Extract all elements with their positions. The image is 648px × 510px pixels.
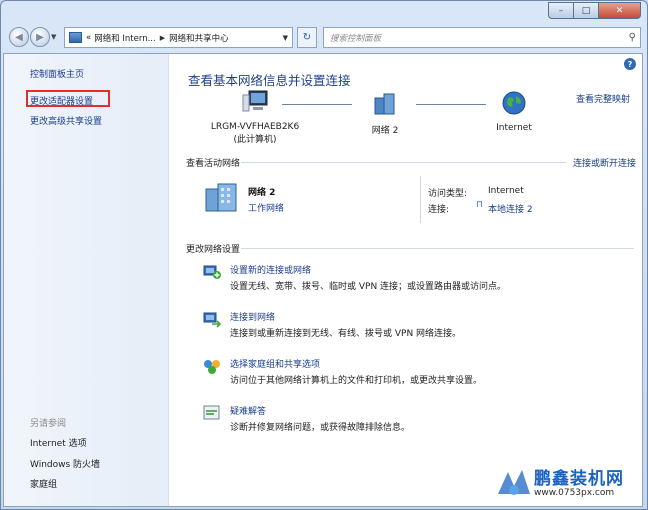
active-networks-heading: 查看活动网络: [186, 159, 241, 169]
task-description: 连接到或重新连接到无线、有线、拨号或 VPN 网络连接。: [230, 329, 462, 339]
task-description: 设置无线、宽带、拨号、临时或 VPN 连接；或设置路由器或访问点。: [230, 282, 507, 292]
search-icon[interactable]: ⚲: [629, 32, 636, 43]
breadcrumb-network-internet[interactable]: 网络和 Intern...: [94, 32, 156, 44]
connection-plug-icon: ⊓: [476, 200, 484, 210]
maximize-button[interactable]: □: [573, 2, 598, 19]
connect-disconnect-link[interactable]: 连接或断开连接: [573, 156, 636, 169]
sidebar: 控制面板主页 更改适配器设置 更改高级共享设置 另请参阅 Internet 选项…: [4, 54, 169, 506]
sidebar-link-control-panel-home[interactable]: 控制面板主页: [30, 67, 84, 80]
setup-connection-icon: [203, 265, 221, 279]
title-buttons: – □ ✕: [548, 2, 641, 19]
change-settings-heading: 更改网络设置: [186, 245, 241, 255]
task-link[interactable]: 连接到网络: [230, 310, 275, 323]
close-button[interactable]: ✕: [598, 2, 641, 19]
breadcrumb-separator-icon[interactable]: ▶: [160, 34, 165, 42]
page-title: 查看基本网络信息并设置连接: [188, 73, 351, 88]
search-input[interactable]: 搜索控制面板 ⚲: [323, 27, 641, 48]
local-connection-link[interactable]: 本地连接 2: [488, 202, 533, 215]
network-type-link[interactable]: 工作网络: [248, 201, 284, 214]
connect-network-icon: [203, 312, 222, 328]
recent-pages-dropdown[interactable]: ▼: [51, 33, 56, 41]
address-dropdown-icon[interactable]: ▼: [283, 34, 288, 42]
network-map-network: 网络 2: [355, 92, 415, 136]
computer-name: LRGM-VVFHAEB2K6: [210, 122, 300, 132]
access-type-value: Internet: [488, 186, 524, 196]
vertical-divider: [420, 176, 421, 223]
connection-label: 连接:: [428, 205, 450, 215]
watermark-brand: 鹏鑫装机网: [534, 469, 624, 489]
access-type-label: 访问类型:: [428, 189, 468, 199]
divider: [241, 248, 634, 249]
task-link[interactable]: 疑难解答: [230, 404, 266, 417]
troubleshoot-icon: [203, 405, 220, 420]
sidebar-link-windows-firewall[interactable]: Windows 防火墙: [30, 457, 100, 470]
work-network-icon: [205, 183, 237, 212]
homegroup-icon: [204, 360, 220, 374]
globe-icon: [502, 91, 526, 115]
network-map-internet: Internet: [484, 90, 544, 133]
computer-subtitle: (此计算机): [233, 135, 277, 145]
watermark: 鹏鑫装机网 www.0753px.com: [494, 464, 636, 502]
control-panel-icon: [69, 32, 82, 43]
view-full-map-link[interactable]: 查看完整映射: [576, 92, 630, 105]
sidebar-link-homegroup[interactable]: 家庭组: [30, 477, 57, 490]
map-connector-1: [282, 104, 352, 105]
task-description: 诊断并修复网络问题，或获得故障排除信息。: [230, 423, 411, 433]
content-area: 控制面板主页 更改适配器设置 更改高级共享设置 另请参阅 Internet 选项…: [3, 53, 643, 507]
task-description: 访问位于其他网络计算机上的文件和打印机，或更改共享设置。: [230, 376, 483, 386]
active-network-name: 网络 2: [248, 188, 276, 198]
network-name: 网络 2: [371, 126, 399, 136]
network-icon: [374, 93, 395, 115]
sidebar-link-internet-options[interactable]: Internet 选项: [30, 436, 87, 449]
internet-label: Internet: [496, 123, 532, 133]
navigation-bar: ◀ ▶ ▼ « 网络和 Intern... ▶ 网络和共享中心 ▼ ↻ 搜索控制…: [1, 23, 647, 51]
minimize-button[interactable]: –: [548, 2, 573, 19]
search-placeholder: 搜索控制面板: [330, 33, 382, 44]
window: – □ ✕ ◀ ▶ ▼ « 网络和 Intern... ▶ 网络和共享中心 ▼ …: [0, 0, 648, 510]
help-icon[interactable]: ?: [624, 58, 636, 70]
refresh-button[interactable]: ↻: [297, 27, 317, 48]
sidebar-link-change-adapter-settings[interactable]: 更改适配器设置: [30, 94, 93, 107]
computer-icon: [242, 90, 268, 112]
map-connector-2: [416, 104, 486, 105]
see-also-heading: 另请参阅: [30, 419, 67, 429]
divider: [241, 162, 566, 163]
task-link[interactable]: 设置新的连接或网络: [230, 263, 311, 276]
watermark-logo-icon: [498, 470, 530, 495]
task-link[interactable]: 选择家庭组和共享选项: [230, 357, 320, 370]
address-prefix[interactable]: «: [86, 33, 91, 43]
forward-button[interactable]: ▶: [30, 27, 50, 47]
back-button[interactable]: ◀: [9, 27, 29, 47]
breadcrumb-network-sharing-center[interactable]: 网络和共享中心: [169, 32, 229, 44]
network-map-computer: LRGM-VVFHAEB2K6 (此计算机): [205, 89, 305, 145]
address-bar[interactable]: « 网络和 Intern... ▶ 网络和共享中心 ▼: [64, 27, 293, 48]
sidebar-link-advanced-sharing-settings[interactable]: 更改高级共享设置: [30, 114, 102, 127]
watermark-url: www.0753px.com: [534, 488, 615, 498]
